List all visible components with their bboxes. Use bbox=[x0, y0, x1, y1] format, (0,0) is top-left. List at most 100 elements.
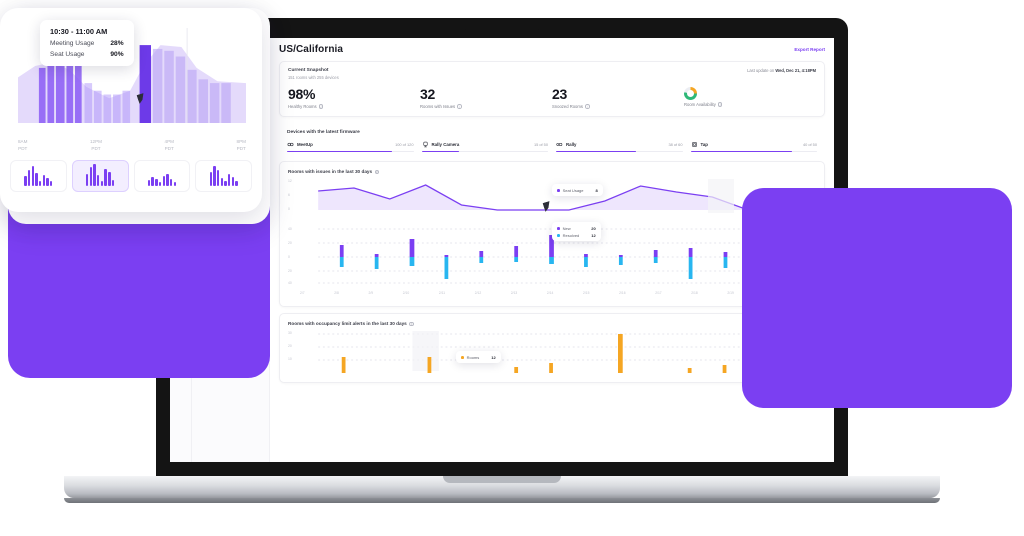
tooltip-dot bbox=[557, 227, 560, 230]
occupancy-chart-title: Rooms with occupancy limit alerts in the… bbox=[288, 321, 816, 326]
usage-thumbnail-2[interactable] bbox=[71, 160, 129, 192]
occupancy-svg bbox=[318, 331, 813, 374]
tooltip-dot bbox=[461, 356, 464, 359]
tooltip-label: New bbox=[562, 225, 571, 231]
info-icon[interactable] bbox=[409, 321, 414, 327]
usage-thumbnail-1[interactable] bbox=[10, 160, 67, 192]
firmware-item-rally-camera: Rally Camera 15 of 50 bbox=[421, 141, 548, 153]
kpi-healthy-rooms: 98% Healthy Rooms bbox=[288, 85, 420, 109]
kpi-room-availability: Room Availability bbox=[684, 86, 816, 110]
meetup-icon bbox=[287, 141, 294, 148]
seat-usage-tooltip: Seat Usage 8 bbox=[552, 184, 603, 197]
issues-x-axis: 2/7 2/8 2/9 2/10 2/11 2/12 2/13 2/14 2/15 2/16 2… bbox=[300, 291, 806, 296]
kpi-caption: Room Availability bbox=[684, 102, 716, 107]
info-icon[interactable] bbox=[457, 104, 462, 109]
axis-time: 8AM bbox=[18, 139, 28, 145]
axis-time: 12PM bbox=[89, 139, 102, 145]
firmware-name: MeetUp bbox=[297, 142, 313, 147]
screenshot-root: ▾ All rooms ▾ CA ▾ US bbox=[0, 0, 1024, 536]
tooltip-value: 20 bbox=[591, 225, 596, 231]
firmware-progress-bar bbox=[287, 150, 414, 153]
firmware-count: 100 of 120 bbox=[395, 142, 414, 147]
kpi-snoozed-rooms: 23 Snoozed Rooms bbox=[552, 85, 684, 109]
occupancy-plot: 30 20 10 Rooms 12 bbox=[288, 331, 816, 376]
last-update: Last update on Wed, Dec 21, 4:18PM bbox=[747, 68, 816, 73]
firmware-progress-bar bbox=[690, 150, 817, 153]
kpi-value: 32 bbox=[420, 85, 435, 102]
usage-chart: 8AM PDT 12PM PDT 4PM PDT 8PM PDT 10:30 - 11:… bbox=[10, 18, 252, 154]
content-header: US/California Export Report bbox=[279, 44, 825, 55]
tooltip-label: Meeting Usage bbox=[50, 40, 95, 47]
chart-title-text: Rooms with issues in the last 30 days bbox=[288, 169, 373, 175]
tooltip-label: Resolved bbox=[562, 232, 580, 238]
laptop-notch bbox=[465, 22, 539, 32]
kpi-value: 23 bbox=[552, 85, 567, 102]
firmware-item-tap: Tap 40 of 50 bbox=[690, 141, 817, 153]
kpi-value: 98% bbox=[288, 85, 316, 102]
firmware-item-meetup: MeetUp 100 of 120 bbox=[287, 141, 414, 153]
info-icon[interactable] bbox=[318, 104, 324, 109]
firmware-name: Rally Camera bbox=[431, 142, 460, 147]
tooltip-dot bbox=[557, 189, 560, 192]
laptop-foot bbox=[64, 498, 940, 503]
tooltip-label: Rooms bbox=[466, 354, 480, 360]
tap-icon bbox=[691, 141, 698, 148]
info-icon[interactable] bbox=[584, 104, 590, 109]
kpi-row: 98% Healthy Rooms 32 Rooms with Issues 2… bbox=[288, 85, 816, 110]
info-icon[interactable] bbox=[374, 169, 380, 175]
last-update-label: Last update on bbox=[747, 68, 776, 73]
usage-thumbnail-4[interactable] bbox=[195, 160, 252, 192]
tooltip-value: 12 bbox=[591, 232, 596, 238]
firmware-item-rally: Rally 38 of 60 bbox=[556, 141, 683, 153]
kpi-caption: Snoozed Rooms bbox=[552, 104, 583, 109]
tooltip-value: 28% bbox=[110, 40, 124, 47]
tooltip-time-range: 10:30 - 11:00 AM bbox=[50, 27, 108, 36]
current-snapshot-card: Current Snapshot 151 rooms with 255 devi… bbox=[279, 61, 825, 117]
firmware-name: Rally bbox=[566, 142, 577, 147]
usage-x-axis: 8AM PDT 12PM PDT 4PM PDT 8PM PDT bbox=[18, 139, 246, 152]
kpi-caption: Healthy Rooms bbox=[288, 104, 317, 109]
firmware-count: 40 of 50 bbox=[802, 142, 817, 147]
axis-time: 8PM bbox=[236, 139, 246, 145]
tooltip-label: Seat Usage bbox=[50, 51, 85, 58]
tooltip-label: Seat Usage bbox=[562, 187, 584, 193]
firmware-progress-bar bbox=[556, 150, 683, 153]
occupancy-tooltip: Rooms 12 bbox=[456, 351, 501, 364]
rally-icon bbox=[556, 141, 563, 148]
snapshot-subtitle: 151 rooms with 255 devices bbox=[288, 74, 339, 80]
tooltip-dot bbox=[557, 234, 560, 237]
usage-card-backdrop bbox=[742, 188, 1012, 408]
axis-time: 4PM bbox=[164, 139, 174, 145]
export-report-button[interactable]: Export Report bbox=[794, 47, 825, 52]
snapshot-title: Current Snapshot bbox=[288, 68, 329, 73]
axis-zone: PDT bbox=[18, 145, 28, 151]
camera-icon bbox=[422, 141, 429, 148]
chart-title-text: Rooms with occupancy limit alerts in the… bbox=[288, 321, 407, 327]
tooltip-value: 12 bbox=[491, 354, 496, 360]
usage-thumbnail-3[interactable] bbox=[133, 160, 191, 192]
issues-chart-legend: Rooms with issues bbox=[288, 296, 816, 300]
issues-tooltip: New 20 Resolved 12 bbox=[552, 222, 601, 242]
usage-tooltip: 10:30 - 11:00 AM Meeting Usage 28% Seat … bbox=[40, 20, 134, 66]
kpi-rooms-with-issues: 32 Rooms with Issues bbox=[420, 85, 552, 109]
firmware-count: 38 of 60 bbox=[668, 142, 683, 147]
availability-donut-chart bbox=[684, 86, 697, 100]
firmware-count: 15 of 50 bbox=[533, 142, 548, 147]
axis-zone: PDT bbox=[91, 145, 101, 151]
axis-zone: PDT bbox=[164, 145, 174, 151]
firmware-section: Devices with the latest firmware MeetUp … bbox=[279, 123, 825, 161]
info-icon[interactable] bbox=[717, 102, 723, 107]
laptop-base bbox=[64, 476, 940, 498]
room-usage-card: 8AM PDT 12PM PDT 4PM PDT 8PM PDT 10:30 - 11:… bbox=[0, 8, 262, 212]
issues-chart-title: Rooms with issues in the last 30 days bbox=[288, 169, 816, 174]
axis-zone: PDT bbox=[236, 145, 246, 151]
tooltip-value: 90% bbox=[110, 51, 124, 58]
firmware-title: Devices with the latest firmware bbox=[287, 130, 360, 135]
last-update-value: Wed, Dec 21, 4:18PM bbox=[775, 68, 816, 73]
firmware-name: Tap bbox=[700, 142, 708, 147]
page-title: US/California bbox=[279, 44, 344, 55]
kpi-caption: Rooms with Issues bbox=[420, 104, 456, 109]
usage-thumbnail-row bbox=[10, 160, 252, 192]
tooltip-value: 8 bbox=[595, 187, 598, 193]
firmware-progress-bar bbox=[421, 150, 548, 153]
